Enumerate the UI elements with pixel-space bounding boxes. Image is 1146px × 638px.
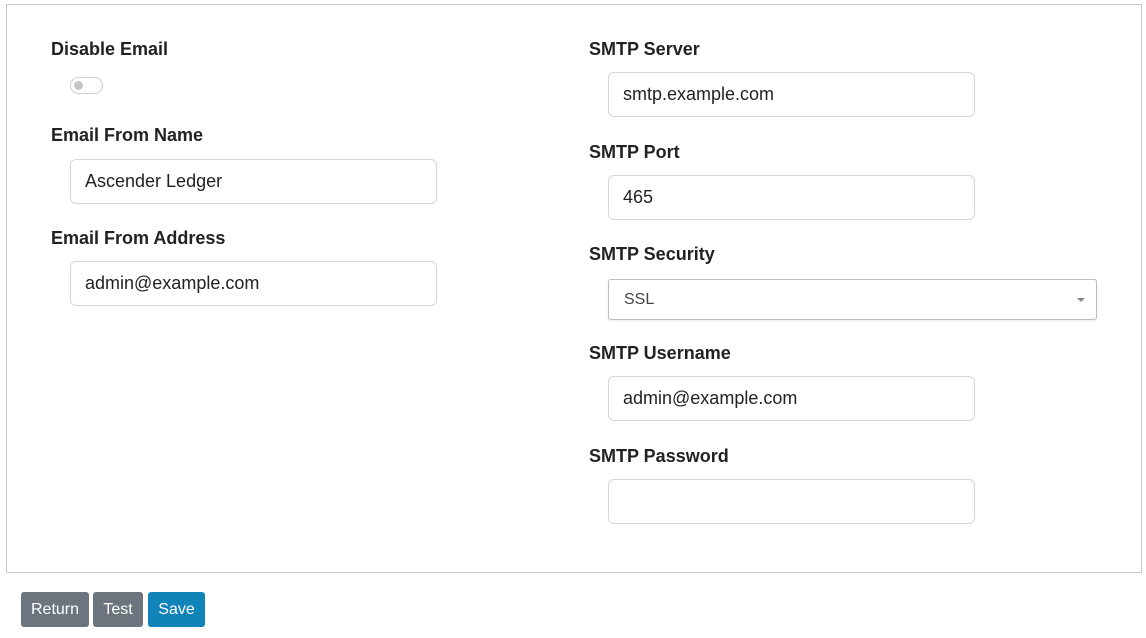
smtp-security-select[interactable]: SSL bbox=[608, 279, 1097, 320]
from-name-input[interactable] bbox=[70, 159, 437, 204]
smtp-username-label: SMTP Username bbox=[589, 343, 731, 363]
smtp-port-input[interactable] bbox=[608, 175, 975, 220]
from-name-label: Email From Name bbox=[51, 125, 204, 145]
smtp-password-input[interactable] bbox=[608, 479, 975, 524]
disable-email-toggle[interactable] bbox=[70, 77, 103, 94]
email-settings-panel: Disable Email Email From Name Email From… bbox=[6, 4, 1142, 573]
smtp-password-label: SMTP Password bbox=[589, 446, 729, 466]
smtp-security-label: SMTP Security bbox=[589, 244, 715, 264]
chevron-down-icon bbox=[1077, 298, 1085, 302]
smtp-server-label: SMTP Server bbox=[589, 39, 700, 59]
smtp-server-input[interactable] bbox=[608, 72, 975, 117]
disable-email-label: Disable Email bbox=[51, 39, 169, 59]
smtp-port-label: SMTP Port bbox=[589, 142, 680, 162]
test-button[interactable]: Test bbox=[93, 592, 143, 627]
return-button[interactable]: Return bbox=[21, 592, 89, 627]
toggle-knob bbox=[74, 81, 83, 90]
smtp-username-input[interactable] bbox=[608, 376, 975, 421]
from-address-label: Email From Address bbox=[51, 228, 226, 248]
smtp-security-value: SSL bbox=[624, 291, 655, 308]
from-address-input[interactable] bbox=[70, 261, 437, 306]
save-button[interactable]: Save bbox=[148, 592, 205, 627]
